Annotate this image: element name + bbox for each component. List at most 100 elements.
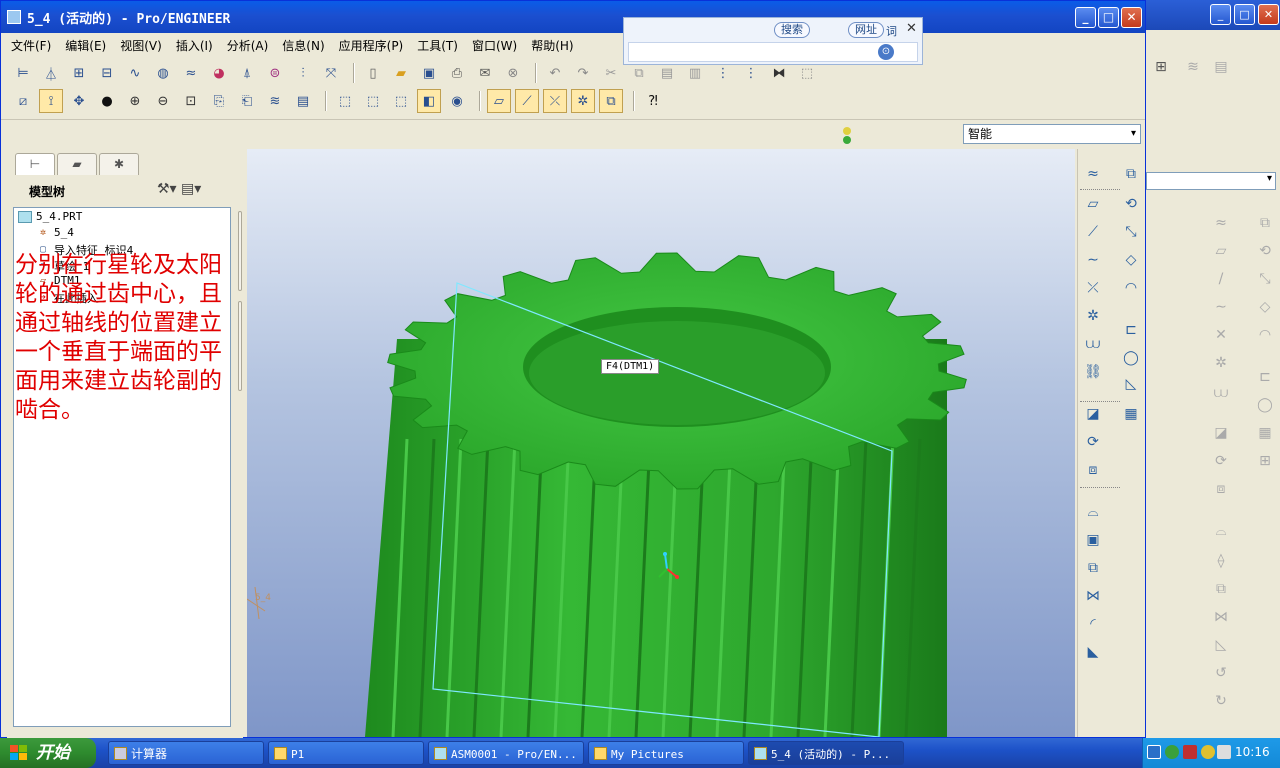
copy-feature-icon[interactable]: ⧉: [1120, 163, 1142, 185]
shading-icon[interactable]: ◧: [417, 89, 441, 113]
menu-info[interactable]: 信息(N): [282, 37, 324, 54]
menu-file[interactable]: 文件(F): [11, 37, 51, 54]
minimize-button[interactable]: _: [1075, 7, 1096, 28]
menu-tools[interactable]: 工具(T): [417, 37, 458, 54]
start-button[interactable]: 开始: [0, 738, 96, 768]
datum-planes-toggle-icon[interactable]: ▱: [487, 89, 511, 113]
bg-close-button[interactable]: ✕: [1258, 4, 1279, 25]
mass-properties-icon[interactable]: ⊞: [67, 61, 91, 85]
undo-icon[interactable]: ↶: [543, 61, 567, 85]
annotation-toggle-icon[interactable]: ⧉: [599, 89, 623, 113]
menu-applications[interactable]: 应用程序(P): [339, 37, 404, 54]
search-input[interactable]: [628, 42, 918, 62]
mirror-tool-icon[interactable]: ⟲: [1120, 193, 1142, 215]
round-tool-icon[interactable]: ◜: [1082, 613, 1104, 635]
security-shield-icon[interactable]: [1165, 745, 1179, 759]
tree-settings-icon[interactable]: ⚒▾ ▤▾: [157, 181, 201, 197]
datum-plane-tool-icon[interactable]: ▱: [1082, 193, 1104, 215]
redo-icon[interactable]: ↷: [571, 61, 595, 85]
fill-tool-icon[interactable]: ▦: [1120, 403, 1142, 425]
search-tab[interactable]: 搜索: [774, 22, 810, 38]
slope-icon[interactable]: ⊜: [263, 61, 287, 85]
shade-analysis-icon[interactable]: ◕: [207, 61, 231, 85]
task-asm0001[interactable]: ASM0001 - Pro/EN...: [428, 741, 584, 765]
menu-view[interactable]: 视图(V): [120, 37, 162, 54]
curvature-icon[interactable]: ≈: [179, 61, 203, 85]
spin-center-icon[interactable]: ⟟: [39, 89, 63, 113]
datum-curve-tool-icon[interactable]: ∼: [1082, 249, 1104, 271]
bg-layer-tree-icon[interactable]: ▤: [1212, 58, 1230, 76]
section-icon[interactable]: ⊟: [95, 61, 119, 85]
panel-splitter[interactable]: [237, 201, 243, 591]
hole-tool-icon[interactable]: ⌓: [1082, 501, 1104, 523]
menu-insert[interactable]: 插入(I): [176, 37, 213, 54]
graphics-viewport[interactable]: F4(DTM1) 5_4: [247, 149, 1075, 737]
model-tree-tab[interactable]: ⊢: [15, 153, 55, 175]
redraw-icon[interactable]: ⧄: [11, 89, 35, 113]
analysis-feature-icon[interactable]: ⩊: [1082, 333, 1104, 355]
datum-axes-toggle-icon[interactable]: ⟋: [515, 89, 539, 113]
selection-filter-dropdown[interactable]: 智能: [963, 124, 1141, 144]
task-calculator[interactable]: 计算器: [108, 741, 264, 765]
model-tree-toggle-icon[interactable]: ◉: [445, 89, 469, 113]
expand-tray-icon[interactable]: [1147, 745, 1161, 759]
folder-browser-tab[interactable]: ▰: [57, 153, 97, 175]
input-method-icon[interactable]: [1183, 745, 1197, 759]
reorient-icon[interactable]: ⎘: [207, 89, 231, 113]
bg-minimize-button[interactable]: _: [1210, 4, 1231, 25]
surface-analysis-icon[interactable]: ◍: [151, 61, 175, 85]
menu-window[interactable]: 窗口(W): [472, 37, 517, 54]
send-mail-icon[interactable]: ✉: [473, 61, 497, 85]
zoom-out-icon[interactable]: ⊖: [151, 89, 175, 113]
bg-maximize-button[interactable]: □: [1234, 4, 1255, 25]
task-my-pictures[interactable]: My Pictures: [588, 741, 744, 765]
appearance-icon[interactable]: ●: [95, 89, 119, 113]
url-tab[interactable]: 网址: [848, 22, 884, 38]
shell-tool-icon[interactable]: ▣: [1082, 529, 1104, 551]
new-file-icon[interactable]: ▯: [361, 61, 385, 85]
deviation-icon[interactable]: ⤧: [319, 61, 343, 85]
bg-filter-combo[interactable]: [1146, 172, 1276, 190]
cut-icon[interactable]: ✂: [599, 61, 623, 85]
dihedral-icon[interactable]: ⫶: [291, 61, 315, 85]
save-icon[interactable]: ▣: [417, 61, 441, 85]
tree-node-part[interactable]: 5_4.PRT: [18, 210, 82, 223]
hidden-line-icon[interactable]: ⬚: [361, 89, 385, 113]
thicken-tool-icon[interactable]: ◺: [1120, 373, 1142, 395]
network-icon[interactable]: [1201, 745, 1215, 759]
zoom-in-icon[interactable]: ⊕: [123, 89, 147, 113]
refit-icon[interactable]: ⊡: [179, 89, 203, 113]
bg-text-icon[interactable]: ⊞: [1152, 58, 1170, 76]
view-manager-icon[interactable]: ▤: [291, 89, 315, 113]
split-tool-icon[interactable]: ⊏: [1120, 319, 1142, 341]
curve-analysis-icon[interactable]: ∿: [123, 61, 147, 85]
close-button[interactable]: ✕: [1121, 7, 1142, 28]
word-tab[interactable]: 词: [886, 23, 897, 39]
rib-tool-icon[interactable]: ⧉: [1082, 557, 1104, 579]
draft-tool-icon[interactable]: ⋈: [1082, 585, 1104, 607]
search-go-icon[interactable]: ⊙: [878, 44, 894, 60]
wireframe-icon[interactable]: ⬚: [333, 89, 357, 113]
datum-points-toggle-icon[interactable]: ⤫: [543, 89, 567, 113]
offset-tool-icon[interactable]: ◯: [1120, 347, 1142, 369]
context-help-icon[interactable]: ⁈: [641, 89, 665, 113]
move-tool-icon[interactable]: ⤡: [1120, 221, 1142, 243]
trim-tool-icon[interactable]: ◠: [1120, 277, 1142, 299]
maximize-button[interactable]: □: [1098, 7, 1119, 28]
send-link-icon[interactable]: ⊗: [501, 61, 525, 85]
tree-node-csys[interactable]: ✲ 5_4: [36, 226, 74, 239]
area-icon[interactable]: ⏃: [39, 61, 63, 85]
menu-analysis[interactable]: 分析(A): [227, 37, 269, 54]
print-icon[interactable]: ⎙: [445, 61, 469, 85]
datum-point-tool-icon[interactable]: ⤫: [1082, 277, 1104, 299]
sweep-tool-icon[interactable]: ⧈: [1082, 459, 1104, 481]
bg-layer-icon[interactable]: ≋: [1184, 58, 1202, 76]
layers-icon[interactable]: ≋: [263, 89, 287, 113]
open-folder-icon[interactable]: ▰: [389, 61, 413, 85]
task-p1-folder[interactable]: P1: [268, 741, 424, 765]
draft-analysis-icon[interactable]: ⍋: [235, 61, 259, 85]
measure-icon[interactable]: ⊨: [11, 61, 35, 85]
datum-axis-tool-icon[interactable]: ⟋: [1082, 221, 1104, 243]
saved-views-icon[interactable]: ⎗: [235, 89, 259, 113]
task-5-4-active[interactable]: 5_4 (活动的) - P...: [748, 741, 904, 765]
